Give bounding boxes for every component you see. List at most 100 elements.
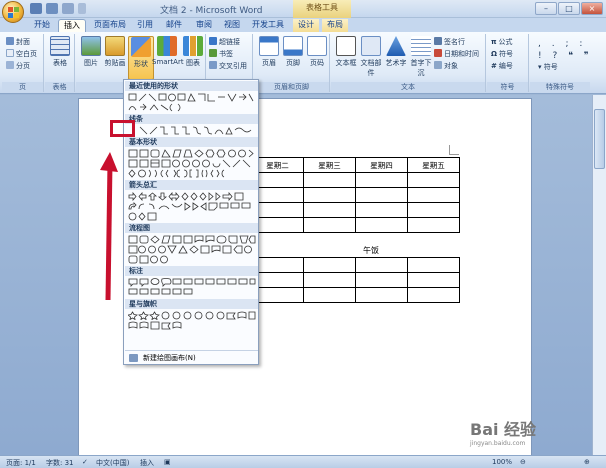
table-cell[interactable] (407, 257, 460, 273)
customize-qat-icon[interactable] (78, 3, 86, 14)
object-button[interactable]: 对象 (434, 61, 458, 71)
table-cell[interactable] (303, 202, 356, 218)
table-cell[interactable] (355, 287, 408, 303)
table-cell[interactable] (303, 257, 356, 273)
maximize-icon[interactable]: □ (558, 2, 580, 15)
numbering-button[interactable]: # 编号 (491, 61, 513, 71)
stars-row-2[interactable] (128, 321, 258, 330)
zoom-out-icon[interactable]: ⊖ (520, 458, 526, 466)
smartart-button[interactable]: SmartArt (152, 36, 184, 66)
shapes-button[interactable]: 形状 (128, 36, 154, 80)
status-word-count[interactable]: 字数: 31 (46, 458, 74, 468)
stars-row-1[interactable] (128, 311, 258, 320)
table-cell[interactable] (355, 217, 408, 233)
lines-shapes-row[interactable] (128, 126, 258, 135)
crossref-button[interactable]: 交叉引用 (209, 61, 247, 71)
save-icon[interactable] (30, 3, 42, 14)
status-page[interactable]: 页面: 1/1 (6, 458, 36, 468)
wordart-button[interactable]: 艺术字 (383, 36, 409, 68)
tab-view[interactable]: 视图 (220, 19, 244, 32)
table-cell[interactable] (355, 257, 408, 273)
dropcap-button[interactable]: 首字下沉 (408, 36, 434, 78)
picture-button[interactable]: 图片 (78, 36, 104, 68)
table-cell[interactable] (251, 202, 304, 218)
table-header-cell[interactable]: 星期四 (355, 157, 408, 173)
arrows-row-3[interactable] (128, 212, 258, 221)
flowchart-row-1[interactable] (128, 235, 258, 244)
table-cell[interactable] (303, 172, 356, 188)
tab-layout[interactable]: 布局 (322, 19, 348, 32)
table-header-cell[interactable]: 星期五 (407, 157, 460, 173)
clipart-button[interactable]: 剪贴画 (102, 36, 128, 68)
table-cell[interactable] (407, 272, 460, 288)
tab-design[interactable]: 设计 (293, 19, 319, 32)
status-language[interactable]: 中文(中国) (96, 458, 129, 468)
table-cell[interactable] (251, 217, 304, 233)
tab-review[interactable]: 审阅 (192, 19, 216, 32)
minimize-icon[interactable]: – (535, 2, 557, 15)
bookmark-button[interactable]: 书签 (209, 49, 233, 59)
zoom-in-icon[interactable]: ⊕ (584, 458, 590, 466)
special-symbols-row-1[interactable]: , . ; : (538, 39, 586, 49)
header-button[interactable]: 页眉 (256, 36, 282, 68)
table-cell[interactable] (355, 202, 408, 218)
basic-shapes-row-1[interactable] (128, 149, 258, 158)
callouts-row-2[interactable] (128, 288, 258, 297)
table-cell[interactable] (251, 272, 304, 288)
status-zoom[interactable]: 100% (492, 458, 512, 466)
vertical-scrollbar[interactable] (592, 95, 606, 455)
special-symbols-row-2[interactable]: ! ? ❝ ❞ (538, 51, 593, 61)
table-button[interactable]: 表格 (47, 36, 73, 68)
spell-check-icon[interactable]: ✓ (82, 458, 88, 466)
table-cell[interactable] (251, 257, 304, 273)
recent-shapes-row-1[interactable] (128, 93, 258, 102)
tab-developer[interactable]: 开发工具 (250, 19, 286, 32)
formula-button[interactable]: π 公式 (491, 37, 513, 47)
status-insert-mode[interactable]: 插入 (140, 458, 154, 468)
basic-shapes-row-3[interactable] (128, 169, 258, 178)
table-cell[interactable] (303, 287, 356, 303)
table-cell[interactable] (303, 272, 356, 288)
tab-references[interactable]: 引用 (133, 19, 157, 32)
table-cell[interactable] (251, 187, 304, 203)
table-cell[interactable] (251, 287, 304, 303)
close-icon[interactable]: × (581, 2, 603, 15)
table-cell[interactable] (407, 217, 460, 233)
table-cell[interactable] (355, 272, 408, 288)
table-cell[interactable] (407, 172, 460, 188)
blank-page-button[interactable]: 空白页 (6, 49, 37, 59)
page-break-button[interactable]: 分页 (6, 61, 30, 71)
scrollbar-thumb[interactable] (594, 109, 605, 169)
quickparts-button[interactable]: 文档部件 (358, 36, 384, 78)
flowchart-row-2[interactable] (128, 245, 258, 254)
arrows-row-2[interactable] (128, 202, 258, 211)
schedule-table-bottom[interactable] (251, 257, 460, 303)
tab-mailings[interactable]: 邮件 (162, 19, 186, 32)
chart-button[interactable]: 图表 (180, 36, 206, 68)
flowchart-row-3[interactable] (128, 255, 258, 264)
schedule-table-top[interactable]: 星期二 星期三 星期四 星期五 (251, 157, 460, 233)
footer-button[interactable]: 页脚 (280, 36, 306, 68)
new-drawing-canvas-button[interactable]: 新建绘图画布(N) (125, 350, 258, 364)
table-cell[interactable] (407, 287, 460, 303)
table-cell[interactable] (355, 172, 408, 188)
tab-insert[interactable]: 插入 (58, 19, 86, 32)
table-header-cell[interactable]: 星期三 (303, 157, 356, 173)
more-symbols-button[interactable]: ▾ 符号 (538, 62, 558, 72)
office-button[interactable] (2, 1, 24, 23)
cover-page-button[interactable]: 封面 (6, 37, 30, 47)
tab-page-layout[interactable]: 页面布局 (90, 19, 130, 32)
arrows-row-1[interactable] (128, 192, 258, 201)
table-cell[interactable] (407, 202, 460, 218)
macro-record-icon[interactable]: ▣ (164, 458, 171, 466)
table-cell[interactable] (407, 187, 460, 203)
page-number-button[interactable]: 页码 (304, 36, 330, 68)
callouts-row-1[interactable] (128, 278, 258, 287)
table-cell[interactable] (303, 217, 356, 233)
table-cell[interactable] (251, 172, 304, 188)
basic-shapes-row-2[interactable] (128, 159, 258, 168)
signature-button[interactable]: 签名行 (434, 37, 465, 47)
textbox-button[interactable]: 文本框 (333, 36, 359, 68)
undo-icon[interactable] (46, 3, 58, 14)
table-cell[interactable] (355, 187, 408, 203)
